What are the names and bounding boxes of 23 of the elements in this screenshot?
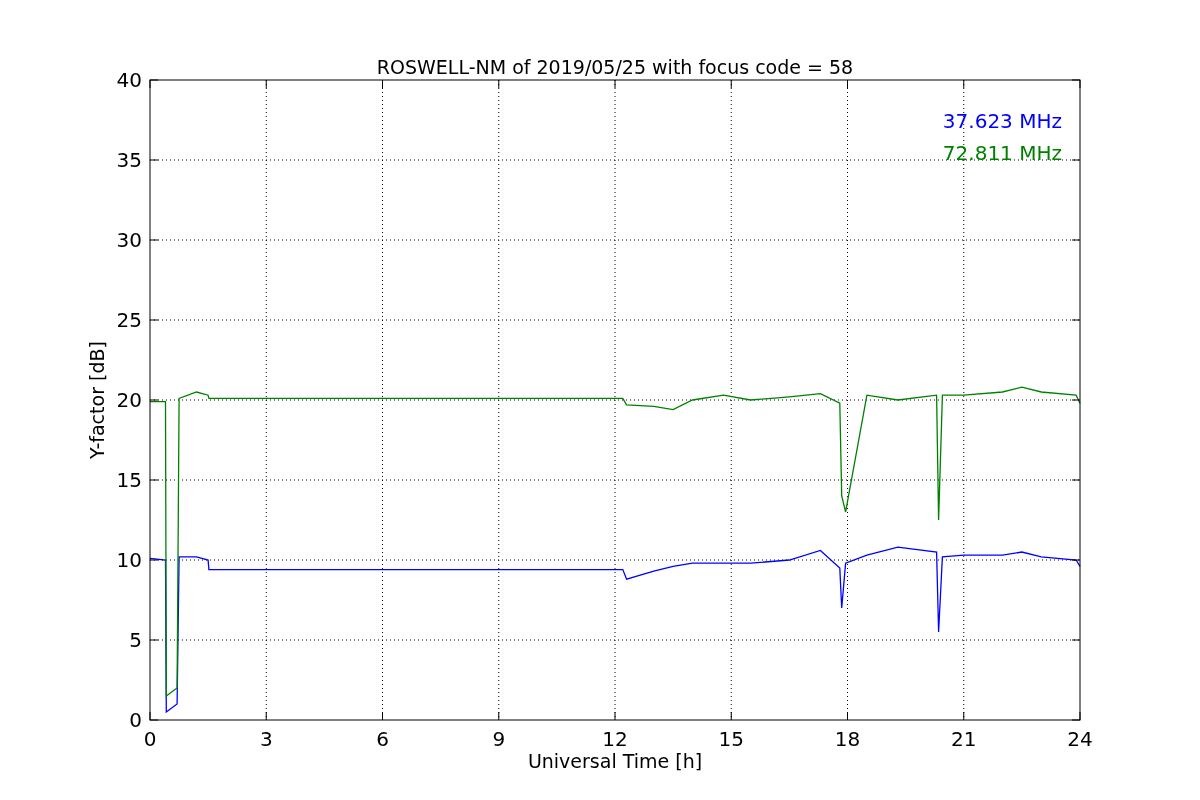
legend-label: 72.811 MHz — [942, 141, 1062, 165]
x-tick-label: 24 — [1067, 727, 1093, 751]
legend-label: 37.623 MHz — [942, 109, 1062, 133]
x-tick-label: 21 — [951, 727, 977, 751]
chart-title: ROSWELL-NM of 2019/05/25 with focus code = 58 — [376, 56, 854, 78]
y-axis-label: Y-factor [dB] — [86, 341, 108, 459]
y-tick-label: 10 — [116, 548, 142, 572]
y-tick-label: 30 — [116, 228, 142, 252]
y-tick-label: 0 — [129, 708, 142, 732]
x-tick-label: 0 — [143, 727, 157, 751]
y-tick-label: 40 — [116, 68, 142, 92]
x-tick-label: 12 — [602, 727, 628, 751]
x-tick-label: 9 — [492, 727, 506, 751]
y-tick-label: 5 — [129, 628, 142, 652]
y-tick-label: 25 — [116, 308, 142, 332]
y-tick-label: 20 — [116, 388, 142, 412]
x-tick-label: 6 — [376, 727, 389, 751]
x-tick-label: 15 — [718, 727, 744, 751]
y-tick-label: 15 — [116, 468, 142, 492]
y-tick-label: 35 — [116, 148, 142, 172]
x-tick-label: 18 — [834, 727, 861, 751]
x-axis-label: Universal Time [h] — [527, 750, 703, 772]
x-tick-label: 3 — [259, 727, 273, 751]
